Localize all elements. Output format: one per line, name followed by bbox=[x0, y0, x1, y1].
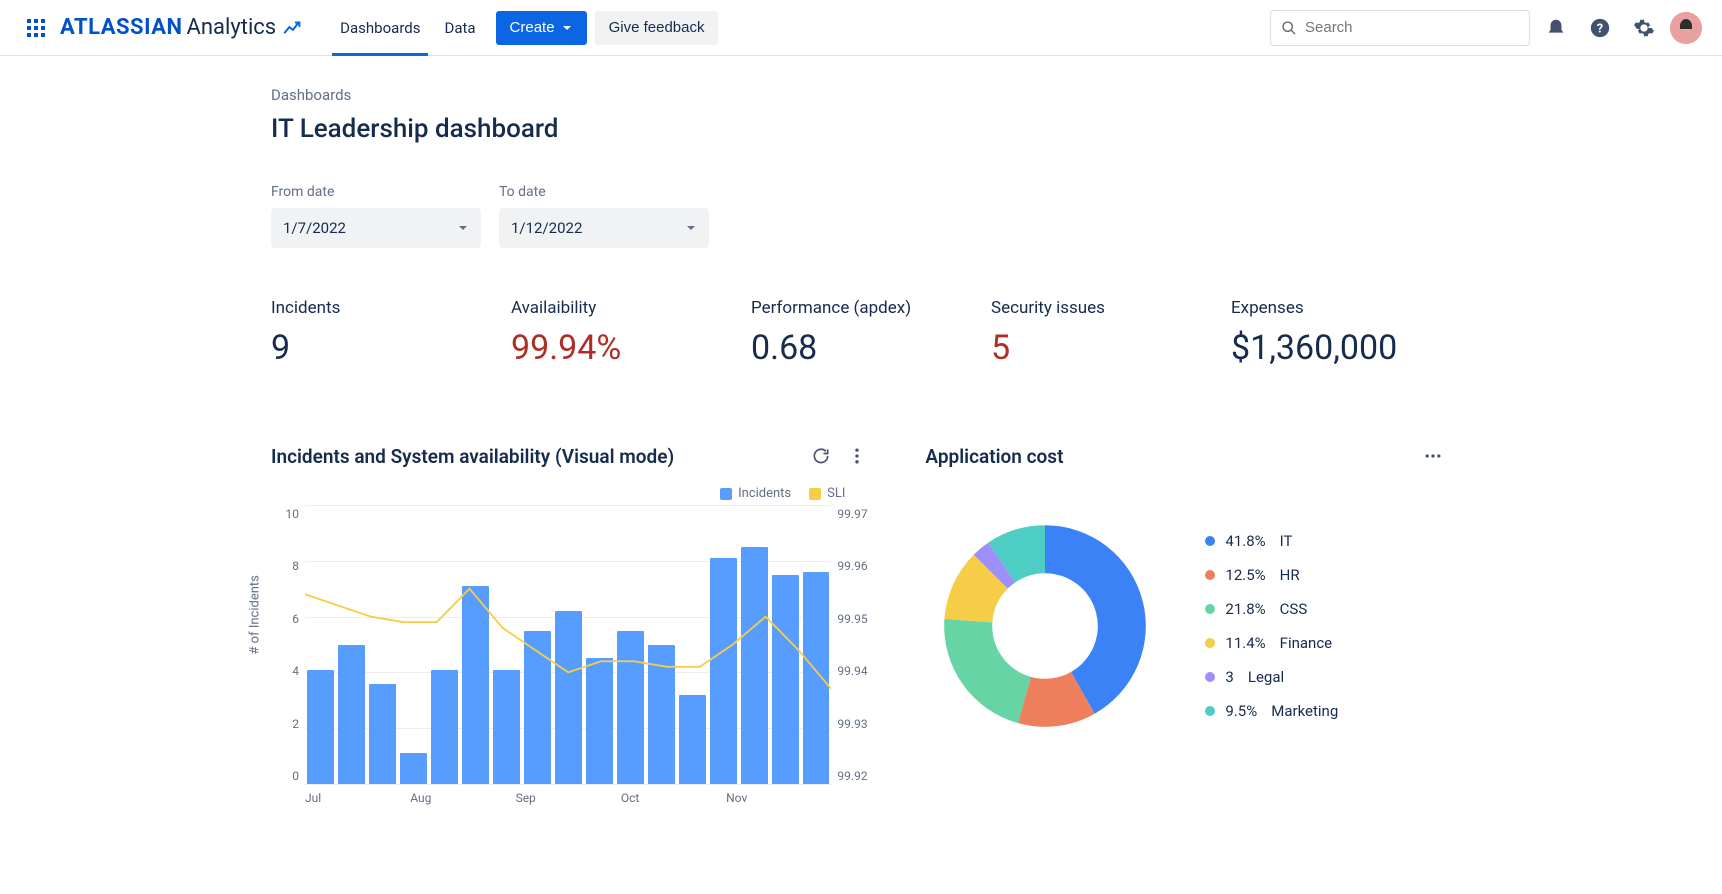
legend-item: 3 Legal bbox=[1205, 668, 1338, 686]
nav-data[interactable]: Data bbox=[432, 0, 487, 56]
kpi-value: $1,360,000 bbox=[1231, 328, 1451, 368]
plot-area bbox=[305, 505, 831, 785]
legend-pct: 12.5% bbox=[1225, 566, 1265, 584]
kpi-value: 0.68 bbox=[751, 328, 971, 368]
brand[interactable]: ATLASSIAN Analytics bbox=[60, 15, 304, 40]
from-date-select[interactable]: 1/7/2022 bbox=[271, 208, 481, 248]
kpi-card: Expenses $1,360,000 bbox=[1231, 298, 1451, 368]
svg-text:?: ? bbox=[1597, 21, 1603, 36]
kpi-label: Performance (apdex) bbox=[751, 298, 971, 318]
donut-slice bbox=[945, 619, 1032, 723]
y-right-axis: 99.9799.9699.9599.9499.9399.92 bbox=[831, 505, 875, 785]
legend-label: Legal bbox=[1248, 668, 1284, 686]
brand-primary: ATLASSIAN bbox=[60, 15, 183, 40]
legend-item: 12.5% HR bbox=[1205, 566, 1338, 584]
incidents-panel: Incidents and System availability (Visua… bbox=[271, 438, 875, 805]
feedback-label: Give feedback bbox=[609, 19, 705, 36]
kpi-card: Security issues 5 bbox=[991, 298, 1211, 368]
kpi-value: 5 bbox=[991, 328, 1211, 368]
search-box[interactable] bbox=[1270, 10, 1530, 46]
legend-label: IT bbox=[1280, 532, 1293, 550]
nav-label: Dashboards bbox=[340, 19, 420, 37]
create-label: Create bbox=[510, 19, 555, 36]
from-date-label: From date bbox=[271, 184, 481, 200]
kpi-card: Performance (apdex) 0.68 bbox=[751, 298, 971, 368]
kpi-card: Incidents 9 bbox=[271, 298, 491, 368]
kpi-label: Security issues bbox=[991, 298, 1211, 318]
search-input[interactable] bbox=[1303, 18, 1519, 37]
kpi-label: Incidents bbox=[271, 298, 491, 318]
legend-item: 21.8% CSS bbox=[1205, 600, 1338, 618]
settings-icon[interactable] bbox=[1626, 10, 1662, 46]
appcost-title: Application cost bbox=[925, 445, 1415, 468]
help-icon[interactable]: ? bbox=[1582, 10, 1618, 46]
primary-nav: Dashboards Data bbox=[328, 0, 487, 56]
legend-bars: Incidents bbox=[738, 486, 791, 501]
legend-pct: 41.8% bbox=[1225, 532, 1265, 550]
nav-label: Data bbox=[444, 19, 475, 37]
chart-icon bbox=[282, 17, 304, 39]
appcost-panel: Application cost 41.8% IT 12.5% HR 21.8% C… bbox=[925, 438, 1451, 805]
to-date-select[interactable]: 1/12/2022 bbox=[499, 208, 709, 248]
to-date-filter: To date 1/12/2022 bbox=[499, 184, 709, 248]
topbar: ATLASSIAN Analytics Dashboards Data Crea… bbox=[0, 0, 1722, 56]
incidents-title: Incidents and System availability (Visua… bbox=[271, 445, 803, 468]
more-vertical-icon[interactable] bbox=[839, 438, 875, 474]
legend-line: SLI bbox=[827, 486, 845, 501]
page-title: IT Leadership dashboard bbox=[271, 114, 1451, 144]
kpi-value: 9 bbox=[271, 328, 491, 368]
to-date-value: 1/12/2022 bbox=[511, 219, 582, 237]
legend-label: Finance bbox=[1280, 634, 1332, 652]
feedback-button[interactable]: Give feedback bbox=[595, 11, 719, 45]
legend-pct: 11.4% bbox=[1225, 634, 1265, 652]
page: Dashboards IT Leadership dashboard From … bbox=[261, 56, 1461, 845]
nav-dashboards[interactable]: Dashboards bbox=[328, 0, 432, 56]
refresh-icon[interactable] bbox=[803, 438, 839, 474]
incidents-chart: # of Incidents 1086420 99.9799.9699.9599… bbox=[271, 505, 875, 805]
kpi-label: Expenses bbox=[1231, 298, 1451, 318]
donut-legend: 41.8% IT 12.5% HR 21.8% CSS 11.4% Finance 3 … bbox=[1205, 532, 1338, 720]
kpi-value: 99.94% bbox=[511, 328, 731, 368]
chevron-down-icon bbox=[457, 222, 469, 234]
brand-secondary: Analytics bbox=[187, 15, 277, 40]
legend-pct: 21.8% bbox=[1225, 600, 1265, 618]
from-date-value: 1/7/2022 bbox=[283, 219, 346, 237]
legend-label: CSS bbox=[1280, 600, 1308, 618]
chevron-down-icon bbox=[685, 222, 697, 234]
app-switcher-icon[interactable] bbox=[20, 12, 52, 44]
create-button[interactable]: Create bbox=[496, 11, 587, 45]
y-left-label: # of Incidents bbox=[248, 575, 263, 654]
from-date-filter: From date 1/7/2022 bbox=[271, 184, 481, 248]
y-left-axis: 1086420 bbox=[271, 505, 305, 785]
search-icon bbox=[1281, 20, 1297, 36]
incidents-legend: Incidents SLI bbox=[271, 486, 845, 501]
legend-item: 41.8% IT bbox=[1205, 532, 1338, 550]
kpi-label: Availaibility bbox=[511, 298, 731, 318]
chevron-down-icon bbox=[561, 22, 573, 34]
legend-label: HR bbox=[1280, 566, 1300, 584]
date-filters: From date 1/7/2022 To date 1/12/2022 bbox=[271, 184, 1451, 248]
breadcrumb[interactable]: Dashboards bbox=[271, 86, 1451, 104]
notifications-icon[interactable] bbox=[1538, 10, 1574, 46]
avatar[interactable] bbox=[1670, 12, 1702, 44]
more-horizontal-icon[interactable] bbox=[1415, 438, 1451, 474]
legend-label: Marketing bbox=[1271, 702, 1338, 720]
kpi-card: Availaibility 99.94% bbox=[511, 298, 731, 368]
legend-pct: 9.5% bbox=[1225, 702, 1257, 720]
legend-pct: 3 bbox=[1225, 668, 1233, 686]
x-axis: JulAugSepOctNov bbox=[305, 791, 831, 805]
to-date-label: To date bbox=[499, 184, 709, 200]
legend-item: 9.5% Marketing bbox=[1205, 702, 1338, 720]
donut-chart bbox=[925, 506, 1165, 746]
legend-item: 11.4% Finance bbox=[1205, 634, 1338, 652]
kpi-row: Incidents 9 Availaibility 99.94% Performance… bbox=[271, 298, 1451, 368]
